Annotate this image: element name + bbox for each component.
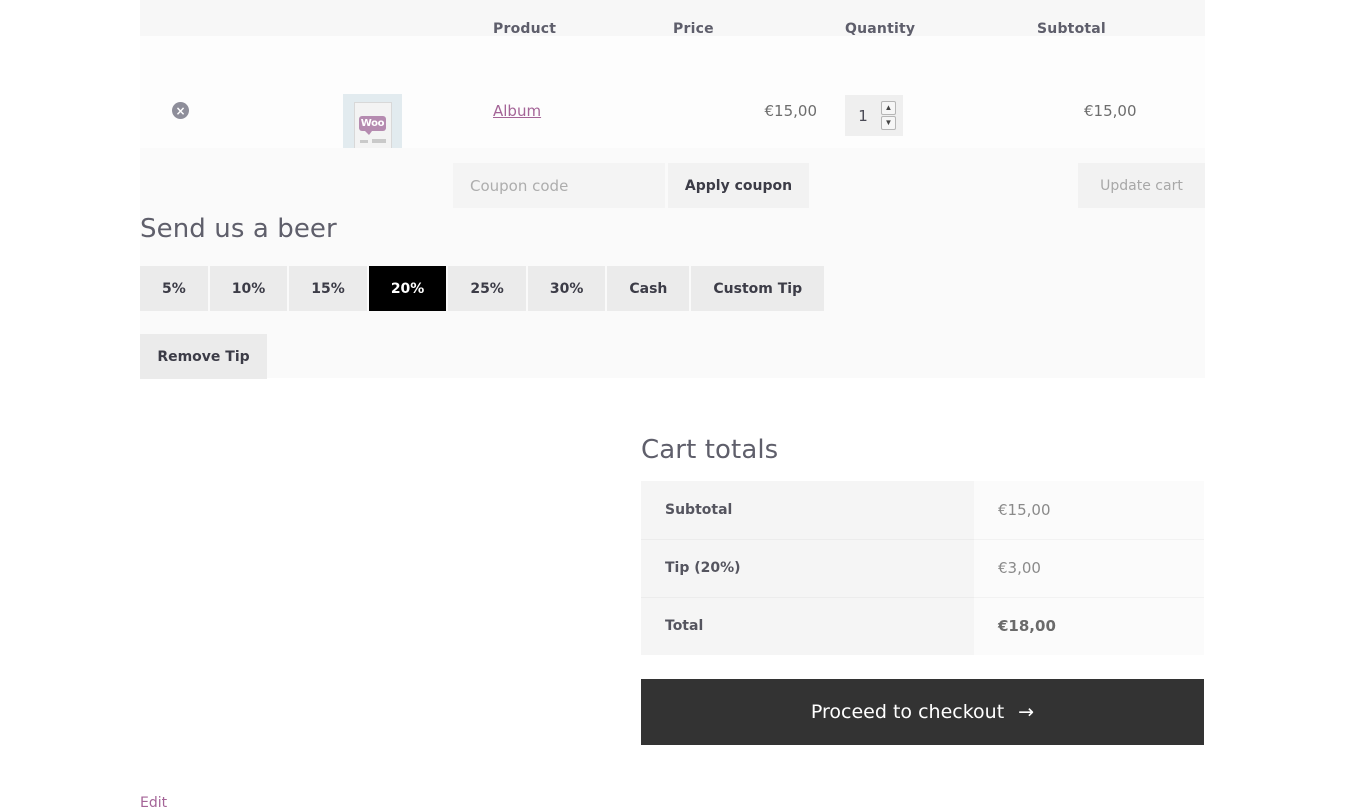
close-circle-icon: × bbox=[175, 103, 186, 118]
totals-row-subtotal: Subtotal €15,00 bbox=[641, 481, 1204, 540]
totals-row-total: Total €18,00 bbox=[641, 597, 1204, 655]
product-name-link[interactable]: Album bbox=[493, 102, 541, 120]
tip-option-20[interactable]: 20% bbox=[368, 266, 447, 311]
tip-options: 5% 10% 15% 20% 25% 30% Cash Custom Tip bbox=[140, 266, 825, 311]
placeholder-lines bbox=[359, 139, 386, 143]
totals-label-total: Total bbox=[641, 597, 974, 655]
quantity-spinner[interactable]: ▲ ▼ bbox=[881, 101, 896, 130]
cart-table: Product Price Quantity Subtotal × Woo Al… bbox=[140, 0, 1205, 160]
tip-option-15[interactable]: 15% bbox=[289, 266, 367, 311]
cart-table-header-row: Product Price Quantity Subtotal bbox=[140, 0, 1205, 36]
product-price: €15,00 bbox=[764, 102, 818, 120]
coupon-input[interactable] bbox=[453, 163, 665, 208]
remove-tip-button[interactable]: Remove Tip bbox=[140, 334, 267, 379]
totals-value-tip: €3,00 bbox=[974, 539, 1204, 598]
totals-label-tip: Tip (20%) bbox=[641, 539, 974, 598]
column-header-product: Product bbox=[493, 21, 557, 37]
tip-section-title: Send us a beer bbox=[140, 214, 337, 244]
chevron-up-icon[interactable]: ▲ bbox=[881, 101, 896, 115]
cart-totals: Cart totals Subtotal €15,00 Tip (20%) €3… bbox=[641, 435, 1204, 655]
totals-value-total: €18,00 bbox=[974, 597, 1204, 655]
product-subtotal: €15,00 bbox=[1084, 102, 1137, 120]
cart-totals-table: Subtotal €15,00 Tip (20%) €3,00 Total €1… bbox=[641, 481, 1204, 655]
woo-logo-text: Woo bbox=[359, 116, 386, 135]
arrow-right-icon: → bbox=[1018, 701, 1035, 723]
apply-coupon-button[interactable]: Apply coupon bbox=[668, 163, 809, 208]
chevron-down-icon[interactable]: ▼ bbox=[881, 116, 896, 130]
quantity-input[interactable] bbox=[845, 106, 881, 125]
quantity-stepper[interactable]: ▲ ▼ bbox=[845, 95, 903, 136]
tip-option-5[interactable]: 5% bbox=[140, 266, 208, 311]
woo-placeholder-icon: Woo bbox=[353, 102, 392, 152]
totals-value-subtotal: €15,00 bbox=[974, 481, 1204, 540]
totals-row-tip: Tip (20%) €3,00 bbox=[641, 539, 1204, 598]
update-cart-button[interactable]: Update cart bbox=[1078, 163, 1205, 208]
tip-option-custom[interactable]: Custom Tip bbox=[691, 266, 825, 311]
remove-item-button[interactable]: × bbox=[172, 102, 189, 119]
cart-page: Product Price Quantity Subtotal × Woo Al… bbox=[0, 0, 1359, 811]
cart-totals-title: Cart totals bbox=[641, 435, 779, 465]
table-row: × Woo Album €15,00 ▲ ▼ €15,00 bbox=[140, 36, 1205, 160]
checkout-button-label: Proceed to checkout bbox=[810, 701, 1005, 723]
column-header-price: Price bbox=[673, 21, 714, 37]
totals-label-subtotal: Subtotal bbox=[641, 481, 974, 540]
tip-option-10[interactable]: 10% bbox=[209, 266, 288, 311]
tip-option-25[interactable]: 25% bbox=[448, 266, 526, 311]
proceed-to-checkout-button[interactable]: Proceed to checkout → bbox=[641, 679, 1204, 745]
column-header-quantity: Quantity bbox=[845, 21, 916, 37]
column-header-subtotal: Subtotal bbox=[1037, 21, 1106, 37]
cart-actions-panel: Apply coupon Update cart Send us a beer … bbox=[140, 148, 1205, 379]
tip-option-30[interactable]: 30% bbox=[527, 266, 606, 311]
tip-option-cash[interactable]: Cash bbox=[607, 266, 690, 311]
